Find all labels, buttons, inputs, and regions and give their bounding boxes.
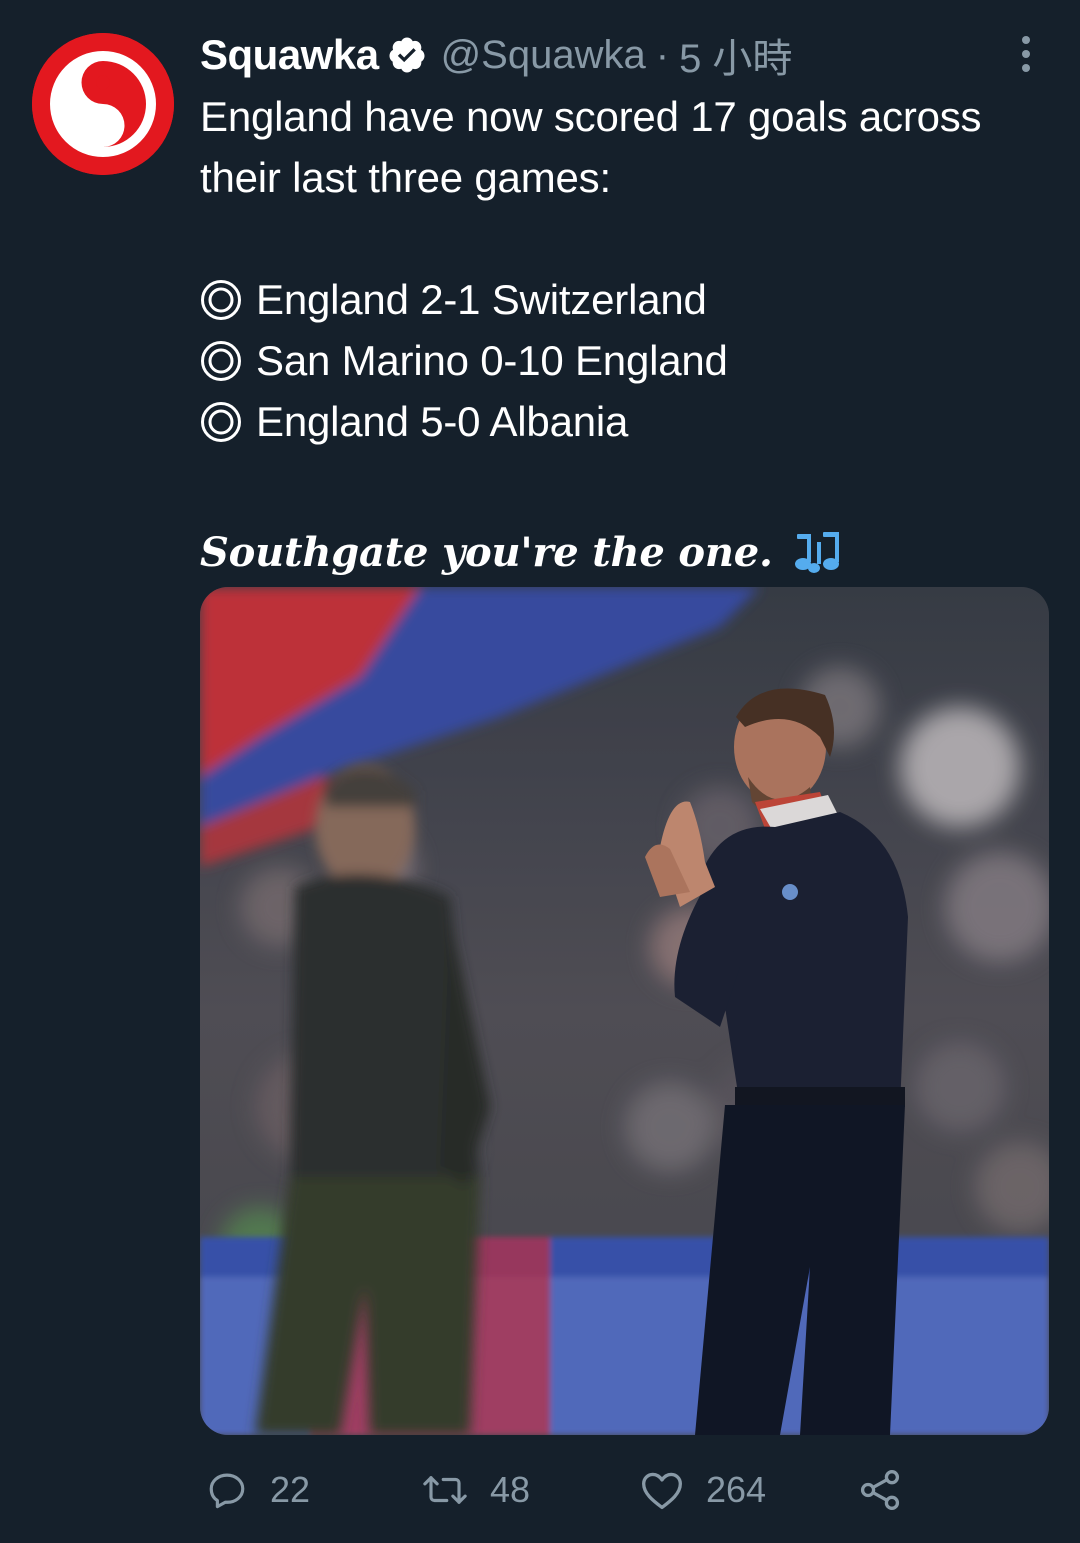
timestamp[interactable]: 5 小時 — [679, 26, 792, 84]
like-count: 264 — [706, 1469, 767, 1510]
double-circle-icon — [200, 401, 242, 443]
retweet-button[interactable]: 48 — [422, 1462, 530, 1518]
music-notes-icon — [789, 528, 845, 578]
share-icon — [860, 1470, 900, 1510]
retweet-count: 48 — [490, 1469, 531, 1510]
share-button[interactable] — [858, 1462, 902, 1518]
like-button[interactable]: 264 — [640, 1462, 766, 1518]
result-text: England 5-0 Albania — [256, 398, 629, 445]
result-text: England 2-1 Switzerland — [256, 276, 707, 323]
reply-icon — [209, 1473, 245, 1509]
avatar[interactable] — [32, 33, 174, 175]
reply-count: 22 — [270, 1469, 311, 1510]
photo-coaches-touchline — [200, 587, 1049, 1435]
tweet-text-line: their last three games: — [200, 154, 611, 201]
styled-text: Southgate you're the one. — [200, 529, 773, 576]
result-text: San Marino 0-10 England — [256, 337, 728, 384]
tweet-actions: 22 48 264 — [200, 1462, 1080, 1518]
retweet-icon — [423, 1476, 467, 1504]
verified-badge-icon — [387, 35, 427, 75]
tweet-text: England have now scored 17 goals across … — [200, 86, 1060, 583]
result-item: San Marino 0-10 England — [200, 330, 1060, 391]
separator: · — [655, 32, 670, 77]
tweet-text-line: England have now scored 17 goals across — [200, 93, 982, 140]
double-circle-icon — [200, 340, 242, 382]
heart-icon — [642, 1472, 682, 1510]
result-item: England 2-1 Switzerland — [200, 269, 1060, 330]
tweet-photo[interactable] — [200, 587, 1049, 1435]
tweet[interactable]: Squawka @Squawka · 5 小時 England have now… — [0, 0, 1080, 1543]
handle[interactable]: @Squawka — [441, 33, 646, 78]
double-circle-icon — [200, 279, 242, 321]
styled-text-line: Southgate you're the one. — [200, 522, 1060, 583]
reply-button[interactable]: 22 — [206, 1462, 310, 1518]
tweet-content: Squawka @Squawka · 5 小時 England have now… — [200, 24, 1060, 583]
result-item: England 5-0 Albania — [200, 391, 1060, 452]
display-name[interactable]: Squawka — [200, 31, 379, 79]
tweet-header: Squawka @Squawka · 5 小時 — [200, 24, 1060, 86]
squawka-logo-avatar — [32, 33, 174, 175]
